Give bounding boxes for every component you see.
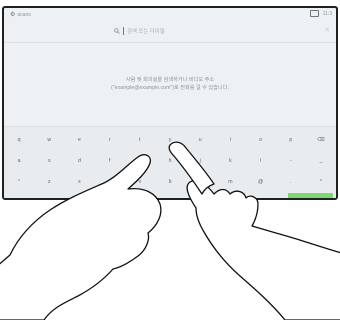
key-b[interactable]: b xyxy=(155,172,185,191)
status-right: 11:3 xyxy=(309,10,332,17)
clock: 11:3 xyxy=(322,10,332,17)
key-n[interactable]: n xyxy=(185,172,215,191)
key-a[interactable]: a xyxy=(4,151,34,170)
key-s[interactable]: s xyxy=(34,151,64,170)
key-x[interactable]: x xyxy=(64,172,94,191)
space-key[interactable] xyxy=(128,191,286,198)
keyboard-row-4: ⌨ 123 .rus Go xyxy=(4,191,336,199)
search-field[interactable]: 검색 또는 다이얼 xyxy=(114,25,224,37)
key-z[interactable]: z xyxy=(34,172,64,191)
key-v[interactable]: v xyxy=(125,172,155,191)
key-k[interactable]: k xyxy=(215,151,245,170)
right-hand-icon xyxy=(186,179,340,320)
key-dash[interactable]: - xyxy=(276,151,306,170)
status-bar: ⚙ acano 11:3 xyxy=(4,8,336,22)
key-e[interactable]: e xyxy=(64,130,94,149)
settings-icon[interactable]: ⚙ xyxy=(10,11,15,18)
key-r[interactable]: r xyxy=(95,130,125,149)
text-cursor xyxy=(123,27,124,35)
hint-line-2: ("example@example.com")로 전화를 걸 수 있습니다. xyxy=(111,84,229,91)
hint-line-1: 사람 및 회의실을 검색하거나 비디오 주소 xyxy=(125,77,215,83)
key-t[interactable]: t xyxy=(125,130,155,149)
key-h[interactable]: h xyxy=(155,151,185,170)
numbers-key[interactable]: 123 xyxy=(38,191,72,199)
divider xyxy=(4,42,336,43)
keyboard-row-1: q w e r t y u i o p ⌫ xyxy=(4,130,336,149)
keyboard-row-3: ⌃ z x c v b n m @ . ^ xyxy=(4,172,336,191)
key-p[interactable]: p xyxy=(276,130,306,149)
on-screen-keyboard: q w e r t y u i o p ⌫ a s d f g h j k l … xyxy=(4,126,336,198)
key-d[interactable]: d xyxy=(64,151,94,170)
key-u[interactable]: u xyxy=(185,130,215,149)
brand: ⚙ acano xyxy=(10,11,32,19)
layout-key[interactable]: .rus xyxy=(73,191,128,199)
key-i[interactable]: i xyxy=(215,130,245,149)
close-icon[interactable]: ✕ xyxy=(324,26,330,34)
key-y[interactable]: y xyxy=(155,130,185,149)
backspace-key[interactable]: ⌫ xyxy=(306,130,336,149)
touch-panel-screen: ⚙ acano 11:3 검색 또는 다이얼 ✕ 사람 및 회의실을 검색하거나… xyxy=(2,6,338,200)
key-f[interactable]: f xyxy=(95,151,125,170)
search-icon xyxy=(114,28,120,34)
key-o[interactable]: o xyxy=(246,130,276,149)
key-j[interactable]: j xyxy=(185,151,215,170)
key-c[interactable]: c xyxy=(95,172,125,191)
key-l[interactable]: l xyxy=(246,151,276,170)
key-w[interactable]: w xyxy=(34,130,64,149)
key-underscore[interactable]: _ xyxy=(306,151,336,170)
brand-label: acano xyxy=(17,11,32,18)
key-m[interactable]: m xyxy=(215,172,245,191)
key-g[interactable]: g xyxy=(125,151,155,170)
shift-key[interactable]: ⌃ xyxy=(4,172,34,191)
go-button[interactable]: Go xyxy=(288,193,333,198)
search-hint: 사람 및 회의실을 검색하거나 비디오 주소 ("example@example… xyxy=(44,77,296,92)
keyboard-icon[interactable]: ⌨ xyxy=(4,191,38,199)
caret-up-key[interactable]: ^ xyxy=(306,172,336,191)
search-placeholder: 검색 또는 다이얼 xyxy=(127,29,165,35)
battery-icon xyxy=(309,10,319,17)
key-period[interactable]: . xyxy=(276,172,306,191)
key-at[interactable]: @ xyxy=(246,172,276,191)
keyboard-row-2: a s d f g h j k l - _ xyxy=(4,151,336,170)
key-q[interactable]: q xyxy=(4,130,34,149)
